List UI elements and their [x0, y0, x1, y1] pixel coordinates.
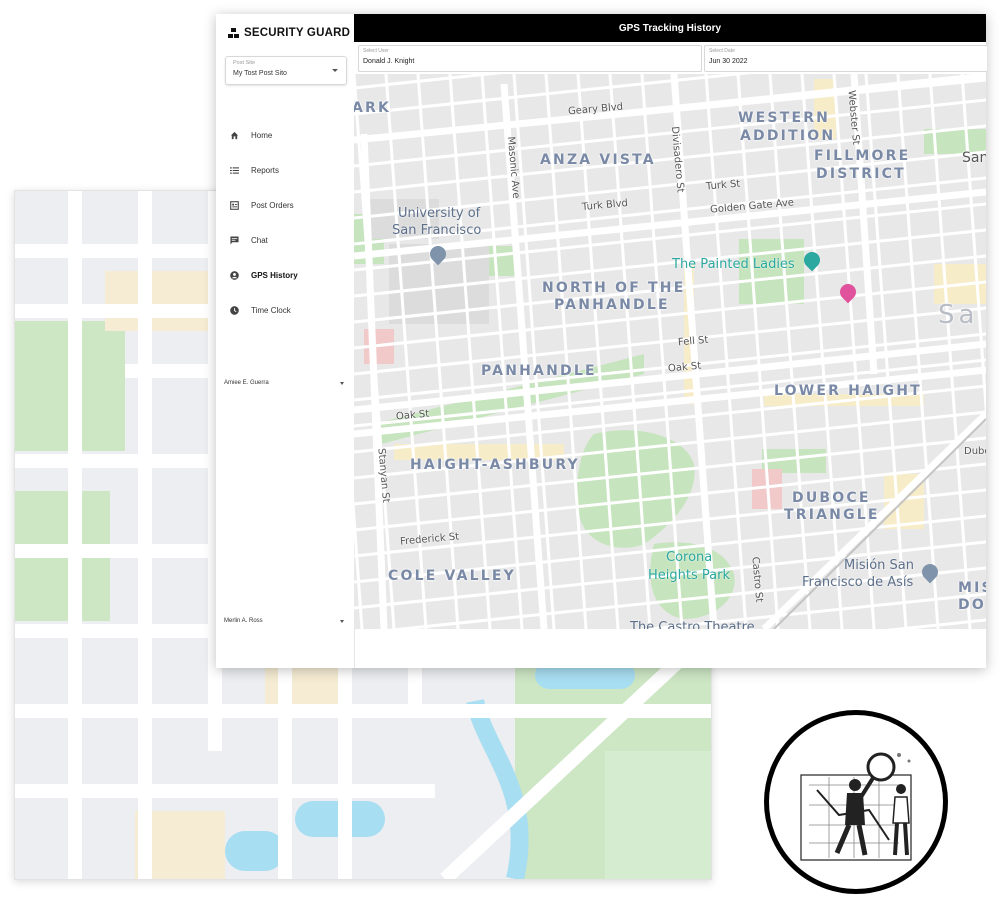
user-location-icon	[230, 271, 239, 280]
page-title: GPS Tracking History	[618, 22, 722, 34]
sidebar-item-label: Chat	[251, 236, 268, 245]
page-header: GPS Tracking History	[354, 14, 986, 42]
chevron-down-icon	[332, 69, 338, 72]
sidebar-item-label: Post Orders	[251, 201, 294, 210]
list-icon	[230, 167, 239, 174]
district-label: PANHANDLE	[481, 363, 597, 379]
district-label: FILLMORE	[814, 148, 911, 164]
poi-label: The Castro Theatre	[630, 620, 755, 629]
sidebar: SECURITY GUARD Post Site My Tost Post Si…	[216, 14, 355, 668]
brand: SECURITY GUARD	[228, 25, 350, 41]
district-label: DISTRICT	[816, 166, 906, 182]
brand-logo-icon	[228, 28, 240, 38]
district-label: DUBOCE	[792, 490, 871, 506]
filter-bar: Select User Donald J. Knight Select Date…	[354, 42, 987, 74]
user-name: Amiee E. Guerra	[224, 380, 269, 386]
home-icon	[230, 131, 239, 140]
district-label: ARK	[354, 100, 392, 116]
gps-map[interactable]: ARK WESTERN ADDITION ANZA VISTA FILLMORE…	[354, 74, 986, 629]
brand-name: SECURITY GUARD	[244, 27, 351, 39]
district-label: ADDITION	[740, 128, 836, 144]
district-label: PANHANDLE	[554, 297, 670, 313]
chevron-down-icon	[340, 382, 344, 385]
sidebar-item-reports[interactable]: Reports	[216, 153, 354, 188]
select-date-label: Select Date	[709, 48, 735, 54]
sidebar-item-gps-history[interactable]: GPS History	[216, 258, 354, 293]
user-select-1[interactable]: Amiee E. Guerra	[224, 380, 344, 386]
user-name: Merlin A. Ross	[224, 618, 263, 624]
clock-icon	[230, 306, 239, 315]
district-label: MIS	[958, 580, 986, 596]
user-select-2[interactable]: Merlin A. Ross	[224, 618, 344, 624]
sidebar-item-chat[interactable]: Chat	[216, 223, 354, 258]
sidebar-item-label: Reports	[251, 166, 280, 175]
district-label: DO	[958, 597, 986, 613]
district-label: LOWER HAIGHT	[774, 383, 922, 399]
district-label: HAIGHT-ASHBURY	[410, 457, 580, 473]
district-label: COLE VALLEY	[388, 568, 516, 584]
poi-label: Misión San	[844, 558, 914, 573]
poi-label: The Painted Ladies	[672, 257, 795, 272]
poi-label: University of	[398, 206, 481, 221]
post-site-select[interactable]: Post Site My Tost Post Sito	[225, 56, 347, 85]
district-label: NORTH OF THE	[542, 280, 686, 296]
poi-label: Francisco de Asís	[802, 575, 914, 590]
sidebar-item-label: Time Clock	[251, 306, 291, 315]
app-window: SECURITY GUARD Post Site My Tost Post Si…	[216, 14, 987, 668]
sidebar-nav: Home Reports Post Orders Chat GPS Histor…	[216, 118, 354, 328]
select-user-label: Select User	[363, 48, 389, 54]
district-label: WESTERN	[738, 110, 831, 126]
select-user-field[interactable]: Select User Donald J. Knight	[358, 45, 702, 72]
poi-label: Corona	[666, 550, 713, 565]
select-date-value: Jun 30 2022	[709, 58, 748, 65]
select-user-value: Donald J. Knight	[363, 58, 415, 65]
street-label: Sa	[938, 300, 979, 330]
sidebar-item-home[interactable]: Home	[216, 118, 354, 153]
sidebar-item-time-clock[interactable]: Time Clock	[216, 293, 354, 328]
map-search-illustration	[764, 710, 948, 894]
poi-label: San Francisco	[392, 223, 482, 238]
sidebar-item-label: GPS History	[251, 271, 298, 280]
district-label: TRIANGLE	[784, 507, 880, 523]
chat-icon	[230, 236, 239, 245]
street-label: Dubo	[964, 446, 986, 457]
post-site-value: My Tost Post Sito	[233, 70, 287, 77]
chevron-down-icon	[340, 620, 344, 623]
district-label: ANZA VISTA	[540, 152, 656, 168]
poi-label: Heights Park	[648, 568, 730, 583]
people-with-magnifier-icon	[800, 752, 912, 861]
street-label: San	[962, 150, 986, 166]
sidebar-item-label: Home	[251, 131, 273, 140]
select-date-field[interactable]: Select Date Jun 30 2022	[704, 45, 987, 72]
clipboard-icon	[230, 201, 239, 210]
post-site-label: Post Site	[233, 60, 256, 66]
sidebar-item-post-orders[interactable]: Post Orders	[216, 188, 354, 223]
